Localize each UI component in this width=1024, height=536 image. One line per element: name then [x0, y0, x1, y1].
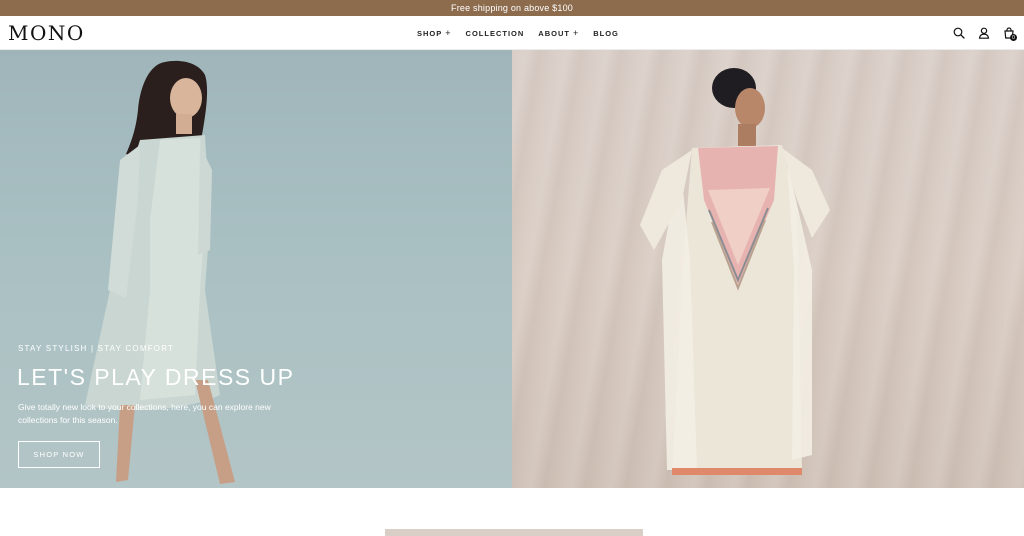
nav-item-label: SHOP [417, 28, 443, 38]
nav-item-about[interactable]: ABOUT + [538, 28, 579, 38]
nav-item-label: BLOG [593, 28, 619, 38]
hero-headline: LET'S PLAY DRESS UP [17, 364, 295, 390]
nav-item-label: ABOUT [538, 28, 570, 38]
hero-eyebrow: STAY STYLISH | STAY COMFORT [18, 344, 175, 353]
nav-item-blog[interactable]: BLOG [593, 29, 619, 38]
search-icon[interactable] [952, 26, 966, 40]
main-nav: SHOP + COLLECTION ABOUT + BLOG [417, 16, 619, 50]
nav-item-collection[interactable]: COLLECTION [466, 29, 525, 38]
next-section-image-edge [385, 529, 643, 536]
hero-image-left: STAY STYLISH | STAY COMFORT LET'S PLAY D… [0, 50, 512, 488]
plus-icon: + [572, 28, 580, 38]
hero-description: Give totally new look to your collection… [18, 402, 271, 425]
nav-item-label: COLLECTION [465, 28, 525, 38]
cart-icon[interactable]: 0 [1002, 26, 1017, 41]
hero-image-right [512, 50, 1024, 488]
announcement-bar: Free shipping on above $100 [0, 0, 1024, 16]
announcement-text: Free shipping on above $100 [451, 3, 573, 13]
site-header: MONO SHOP + COLLECTION ABOUT + BLOG 0 [0, 16, 1024, 50]
cart-count-badge: 0 [1010, 34, 1017, 41]
model-in-cream-kurta-image [640, 68, 830, 475]
plus-icon: + [445, 28, 452, 38]
hero-banner: STAY STYLISH | STAY COMFORT LET'S PLAY D… [0, 50, 1024, 488]
nav-item-shop[interactable]: SHOP + [417, 28, 452, 38]
site-logo[interactable]: MONO [8, 21, 85, 45]
shop-now-button[interactable]: SHOP NOW [18, 441, 100, 468]
account-icon[interactable] [977, 26, 991, 40]
header-icons: 0 [952, 16, 1017, 50]
